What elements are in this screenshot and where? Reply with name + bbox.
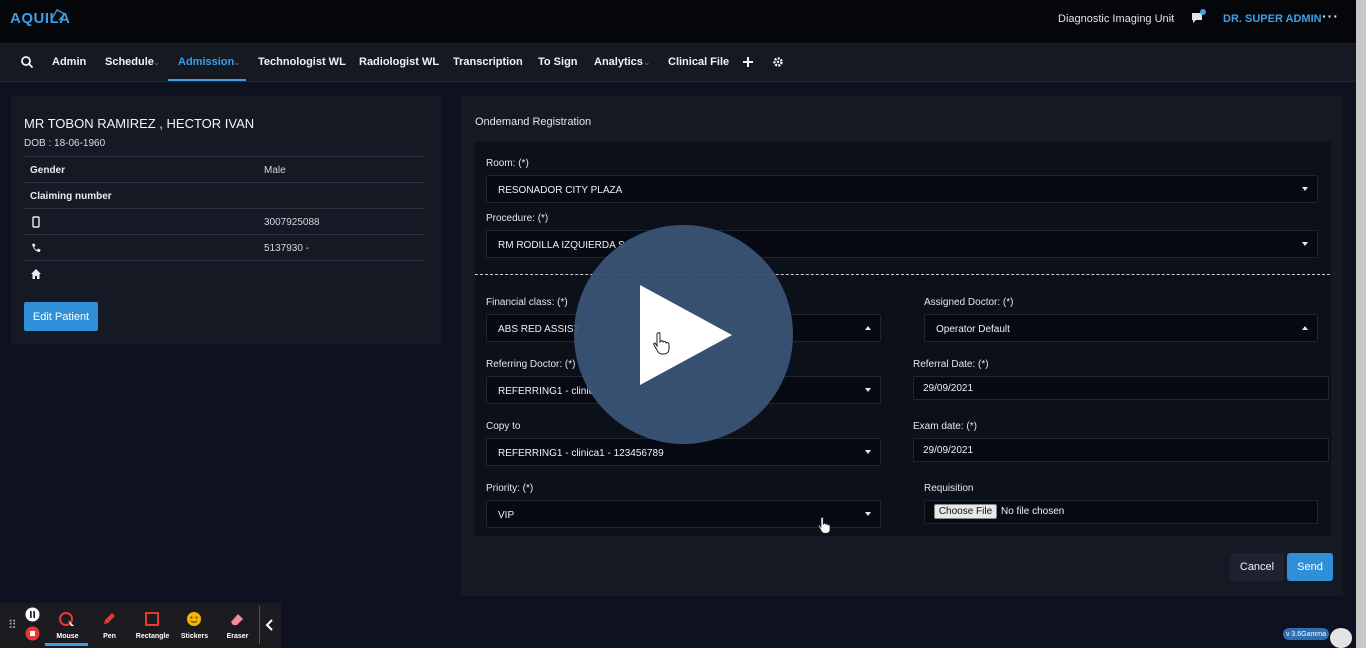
sticker-icon <box>187 612 201 626</box>
nav-to-sign[interactable]: To Sign <box>538 56 578 68</box>
tool-eraser[interactable]: Eraser <box>215 603 260 648</box>
registration-title: Ondemand Registration <box>475 116 592 128</box>
patient-dob: DOB : 18-06-1960 <box>24 138 106 149</box>
mobile-icon <box>32 216 40 228</box>
caret-up-icon <box>1302 326 1308 330</box>
patient-row-phone: 5137930 - <box>24 234 424 260</box>
collapse-chevron-icon[interactable] <box>264 618 276 632</box>
patient-row-mobile: 3007925088 <box>24 208 424 234</box>
logo-mark-icon <box>50 9 66 21</box>
active-tool-indicator <box>45 643 88 646</box>
room-label: Room: (*) <box>486 158 529 169</box>
drag-handle-icon[interactable]: ⠿ <box>8 618 17 632</box>
chevron-down-icon: ⌄ <box>643 57 651 67</box>
phone-icon <box>32 243 41 252</box>
nav-schedule[interactable]: Schedule <box>105 56 154 68</box>
notification-dot <box>1200 9 1206 15</box>
financial-class-label: Financial class: (*) <box>486 297 568 308</box>
file-status: No file chosen <box>1001 506 1065 517</box>
unit-selector[interactable]: Diagnostic Imaging Unit <box>1058 13 1174 25</box>
caret-up-icon <box>865 326 871 330</box>
choose-file-button[interactable]: Choose File <box>934 504 997 519</box>
procedure-label: Procedure: (*) <box>486 213 549 224</box>
phone-value: 5137930 - <box>264 243 310 254</box>
send-button[interactable]: Send <box>1287 553 1333 581</box>
gender-value: Male <box>264 165 286 176</box>
nav-radiologist-wl[interactable]: Radiologist WL <box>359 56 439 68</box>
search-icon[interactable] <box>20 55 34 69</box>
top-bar: AQUILA Diagnostic Imaging Unit ⌄ DR. SUP… <box>0 0 1356 44</box>
nav-transcription[interactable]: Transcription <box>453 56 523 68</box>
priority-label: Priority: (*) <box>486 483 534 494</box>
assigned-doctor-select[interactable]: Operator Default <box>924 314 1318 342</box>
caret-down-icon <box>865 450 871 454</box>
chevron-down-icon: ⌄ <box>153 57 161 67</box>
nav-analytics[interactable]: Analytics <box>594 56 643 68</box>
tool-stickers[interactable]: Stickers <box>172 603 217 648</box>
referral-date-label: Referral Date: (*) <box>913 359 989 370</box>
stop-icon[interactable] <box>25 626 40 641</box>
room-select[interactable]: RESONADOR CITY PLAZA <box>486 175 1318 203</box>
patient-row-home <box>24 260 424 286</box>
rectangle-icon <box>145 612 159 626</box>
gender-label: Gender <box>30 165 66 176</box>
mobile-value: 3007925088 <box>264 217 320 228</box>
caret-down-icon <box>1302 242 1308 246</box>
home-icon <box>31 269 41 279</box>
page-scrollbar[interactable] <box>1356 0 1366 648</box>
referral-date-input[interactable]: 29/09/2021 <box>913 376 1329 400</box>
copy-to-label: Copy to <box>486 421 521 432</box>
more-icon[interactable]: ··· <box>1322 8 1339 24</box>
mouse-tool-icon <box>59 612 74 628</box>
nav-clinical-file[interactable]: Clinical File <box>668 56 729 68</box>
exam-date-input[interactable]: 29/09/2021 <box>913 438 1329 462</box>
patient-row-claiming: Claiming number <box>24 182 424 208</box>
chevron-down-icon[interactable]: ⌄ <box>1168 13 1176 24</box>
patient-name: MR TOBON RAMIREZ , HECTOR IVAN <box>24 116 255 131</box>
chevron-down-icon: ⌄ <box>233 57 241 67</box>
symfony-logo-icon[interactable] <box>1330 628 1352 648</box>
version-badge: v 3.6Gamma <box>1283 628 1329 640</box>
tool-rectangle[interactable]: Rectangle <box>130 603 175 648</box>
active-tab-indicator <box>168 79 246 81</box>
pause-icon[interactable] <box>25 607 40 622</box>
hand-cursor-icon <box>818 516 831 534</box>
gear-icon[interactable] <box>771 55 785 69</box>
caret-down-icon <box>1302 187 1308 191</box>
caret-down-icon <box>865 388 871 392</box>
tool-pen[interactable]: Pen <box>87 603 132 648</box>
caret-down-icon <box>865 512 871 516</box>
nav-technologist-wl[interactable]: Technologist WL <box>258 56 346 68</box>
plus-icon[interactable] <box>741 55 755 69</box>
cancel-button[interactable]: Cancel <box>1230 553 1284 581</box>
pen-icon <box>104 613 115 624</box>
exam-date-label: Exam date: (*) <box>913 421 977 432</box>
assigned-doctor-label: Assigned Doctor: (*) <box>924 297 1014 308</box>
hand-cursor-icon <box>653 332 670 355</box>
user-menu[interactable]: DR. SUPER ADMIN <box>1223 13 1322 25</box>
tool-mouse[interactable]: Mouse <box>45 603 90 648</box>
nav-admission[interactable]: Admission <box>178 56 234 68</box>
patient-row-gender: Gender Male <box>24 156 424 182</box>
claiming-label: Claiming number <box>30 191 112 202</box>
toolbar-divider <box>259 606 260 644</box>
edit-patient-button[interactable]: Edit Patient <box>24 302 98 331</box>
requisition-label: Requisition <box>924 483 974 494</box>
eraser-icon <box>231 614 243 625</box>
main-nav: Admin Schedule ⌄ Admission ⌄ Technologis… <box>0 44 1356 82</box>
nav-admin[interactable]: Admin <box>52 56 86 68</box>
referring-doctor-label: Referring Doctor: (*) <box>486 359 576 370</box>
